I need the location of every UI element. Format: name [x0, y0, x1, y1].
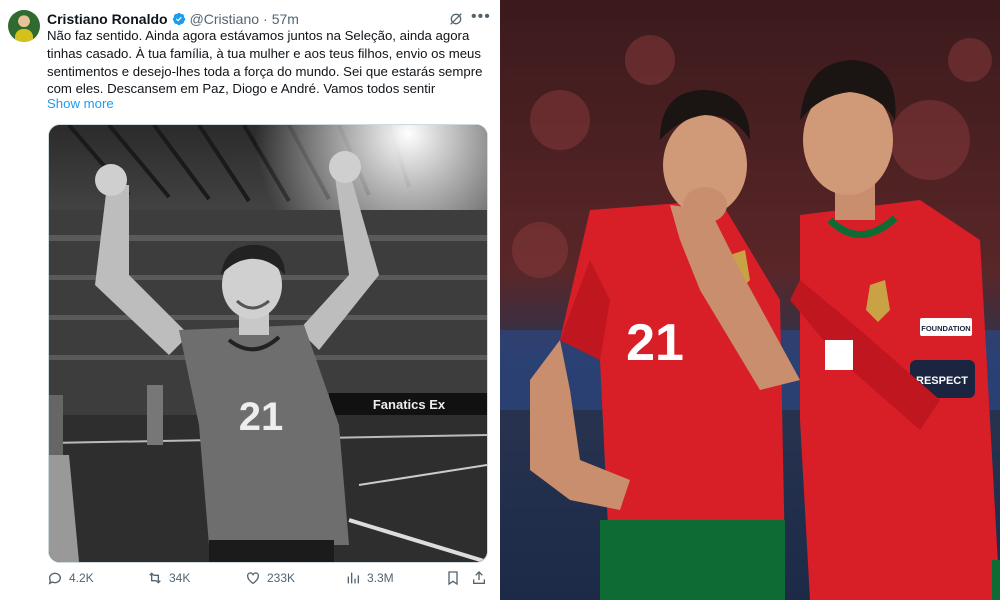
share-button[interactable]: [471, 570, 487, 586]
players-photo-image: RESPECT FOUNDATION 21: [500, 0, 1000, 600]
tweet-text: Não faz sentido. Ainda agora estávamos j…: [47, 27, 487, 98]
share-icon: [473, 571, 485, 584]
players-photo: RESPECT FOUNDATION 21: [500, 0, 1000, 600]
like-count: 233K: [267, 571, 296, 585]
more-icon[interactable]: •••: [471, 8, 491, 26]
timestamp[interactable]: 57m: [272, 11, 299, 27]
avatar[interactable]: [8, 10, 40, 42]
ad-board-text: Fanatics Ex: [373, 397, 446, 412]
tweet-text-line: tinhas casado. À tua família, à tua mulh…: [47, 45, 481, 61]
repost-button[interactable]: 34K: [147, 570, 190, 586]
tweet-action-bar: 4.2K 34K 233K 3.3M: [47, 570, 487, 592]
reply-icon: [48, 572, 61, 585]
show-more-link[interactable]: Show more: [47, 96, 114, 111]
tweet-header: Cristiano Ronaldo @Cristiano · 57m: [47, 9, 299, 29]
reply-count: 4.2K: [69, 571, 94, 585]
author-handle[interactable]: @Cristiano: [190, 11, 259, 27]
tweet-text-line: sentimentos e desejo-lhes toda a força d…: [47, 63, 483, 79]
heart-icon: [247, 572, 259, 585]
tweet-card: Cristiano Ronaldo @Cristiano · 57m ••• N…: [0, 0, 500, 600]
left-shirt-number: 21: [626, 314, 684, 372]
grok-icon[interactable]: [448, 11, 464, 27]
repost-icon: [149, 572, 161, 584]
tweet-media-image[interactable]: Fanatics Ex 21: [48, 124, 488, 563]
author-name[interactable]: Cristiano Ronaldo: [47, 11, 168, 27]
verified-badge-icon: [172, 12, 185, 26]
foundation-badge-text: FOUNDATION: [921, 324, 970, 333]
like-button[interactable]: 233K: [245, 570, 295, 586]
armband-text: RESPECT: [916, 375, 968, 387]
stadium-celebration-photo: Fanatics Ex 21: [49, 125, 487, 562]
reply-button[interactable]: 4.2K: [47, 570, 94, 586]
repost-count: 34K: [169, 571, 191, 585]
shirt-number: 21: [239, 395, 284, 439]
tweet-text-line: Não faz sentido. Ainda agora estávamos j…: [47, 28, 470, 43]
bookmark-icon: [448, 571, 458, 586]
bookmark-button[interactable]: [445, 570, 461, 586]
views-button[interactable]: 3.3M: [345, 570, 394, 586]
views-chart-icon: [347, 572, 359, 584]
separator-dot: ·: [263, 11, 268, 27]
views-count: 3.3M: [367, 571, 394, 585]
